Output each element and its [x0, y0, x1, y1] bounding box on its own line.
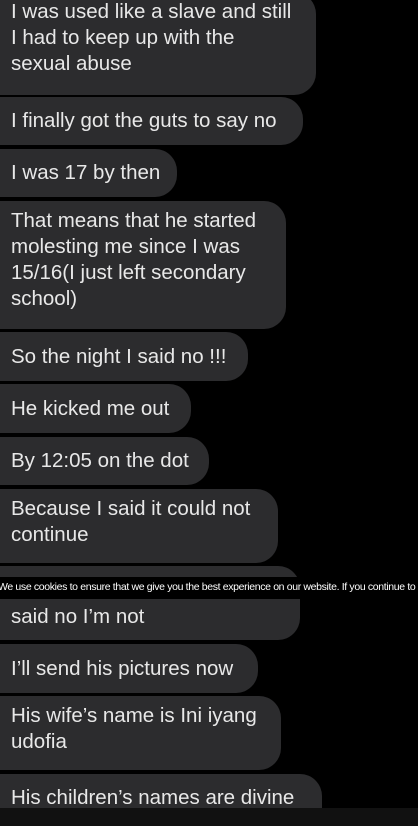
message-bubble[interactable]: Because I said it could not continue [0, 489, 278, 563]
message-bubble[interactable]: So the night I said no !!! [0, 332, 248, 381]
message-bubble[interactable]: I’ll send his pictures now [0, 644, 258, 693]
message-bubble[interactable]: His children’s names are divine [0, 774, 322, 808]
message-bubble[interactable]: I finally got the guts to say no [0, 97, 303, 145]
message-bubble[interactable]: He kicked me out [0, 384, 191, 433]
message-bubble[interactable]: I was 17 by then [0, 149, 177, 197]
bottom-edge [0, 808, 418, 826]
message-bubble[interactable]: His wife’s name is Ini iyang udofia [0, 696, 281, 770]
message-bubble[interactable]: I was used like a slave and still I had … [0, 0, 316, 95]
cookie-notice-bar[interactable]: We use cookies to ensure that we give yo… [0, 577, 418, 599]
message-thread: I was used like a slave and still I had … [0, 0, 418, 808]
message-bubble[interactable]: By 12:05 on the dot [0, 437, 209, 485]
cookie-notice-text: We use cookies to ensure that we give yo… [0, 581, 418, 593]
message-bubble[interactable]: That means that he started molesting me … [0, 201, 286, 329]
